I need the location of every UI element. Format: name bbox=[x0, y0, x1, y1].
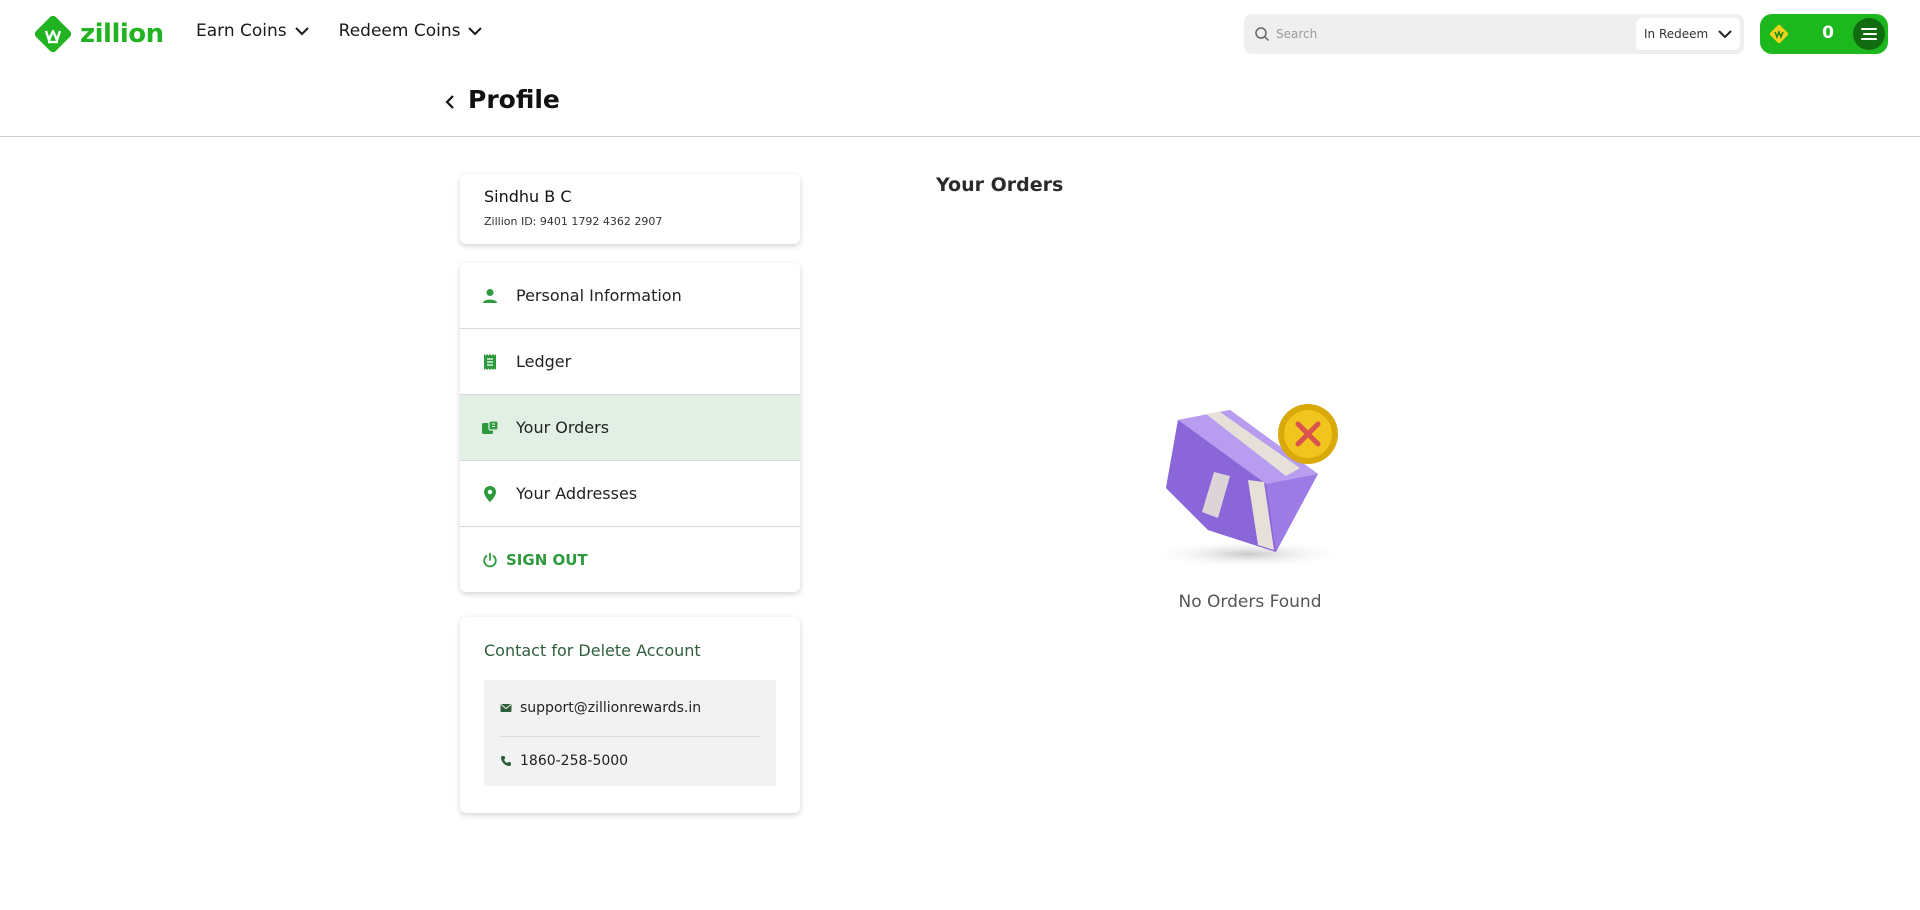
back-button[interactable] bbox=[440, 90, 460, 114]
nav-redeem-coins[interactable]: Redeem Coins bbox=[339, 21, 483, 41]
page-title: Profile bbox=[468, 85, 560, 114]
chevron-left-icon bbox=[445, 95, 454, 109]
coin-icon bbox=[1769, 24, 1789, 44]
user-name: Sindhu B C bbox=[484, 187, 572, 206]
receipt-icon bbox=[480, 352, 500, 372]
contact-phone-text: 1860-258-5000 bbox=[520, 753, 629, 769]
sign-out-label: SIGN OUT bbox=[506, 551, 588, 569]
contact-divider bbox=[500, 736, 760, 737]
logo-text: zillion bbox=[80, 19, 164, 49]
orders-icon bbox=[480, 418, 500, 438]
menu-button[interactable] bbox=[1853, 18, 1885, 50]
power-icon bbox=[480, 550, 500, 570]
location-pin-icon bbox=[480, 484, 500, 504]
top-header: zillion Earn Coins Redeem Coins In Redee… bbox=[0, 0, 1920, 66]
contact-email[interactable]: support@zillionrewards.in bbox=[500, 700, 701, 716]
mail-icon bbox=[500, 704, 512, 712]
menu-item-personal-information[interactable]: Personal Information bbox=[460, 263, 800, 329]
chevron-down-icon bbox=[468, 27, 483, 36]
user-card: Sindhu B C Zillion ID: 9401 1792 4362 29… bbox=[460, 174, 800, 244]
contact-details: support@zillionrewards.in 1860-258-5000 bbox=[484, 680, 776, 786]
hamburger-menu-icon bbox=[1861, 28, 1877, 40]
sign-out-button[interactable]: SIGN OUT bbox=[460, 527, 800, 592]
nav-earn-coins[interactable]: Earn Coins bbox=[196, 21, 309, 41]
zillion-logo[interactable]: zillion bbox=[32, 14, 164, 54]
menu-item-your-addresses[interactable]: Your Addresses bbox=[460, 461, 800, 527]
delete-account-contact-card: Contact for Delete Account support@zilli… bbox=[460, 617, 800, 813]
menu-item-label: Ledger bbox=[516, 352, 572, 371]
search-scope-label: In Redeem bbox=[1644, 27, 1709, 41]
search-scope-dropdown[interactable]: In Redeem bbox=[1636, 18, 1740, 50]
chevron-down-icon bbox=[294, 27, 309, 36]
menu-item-ledger[interactable]: Ledger bbox=[460, 329, 800, 395]
menu-item-label: Your Addresses bbox=[516, 484, 638, 503]
empty-box-illustration bbox=[1148, 404, 1348, 568]
coin-wallet[interactable]: 0 bbox=[1760, 14, 1888, 54]
search-icon bbox=[1255, 27, 1270, 42]
orders-section-title: Your Orders bbox=[936, 174, 1064, 196]
nav-redeem-coins-label: Redeem Coins bbox=[338, 21, 461, 41]
no-orders-message: No Orders Found bbox=[1178, 592, 1322, 612]
search-input[interactable] bbox=[1276, 14, 1576, 54]
zillion-logo-icon bbox=[34, 15, 72, 53]
coin-count: 0 bbox=[1822, 23, 1834, 43]
menu-item-label: Personal Information bbox=[516, 286, 682, 305]
person-icon bbox=[480, 286, 500, 306]
contact-phone[interactable]: 1860-258-5000 bbox=[500, 753, 628, 769]
menu-item-label: Your Orders bbox=[516, 418, 610, 437]
search-bar: In Redeem bbox=[1244, 14, 1744, 54]
contact-title: Contact for Delete Account bbox=[484, 641, 701, 660]
phone-icon bbox=[501, 756, 511, 766]
page-title-bar: Profile bbox=[0, 66, 1920, 137]
profile-menu: Personal Information Ledger Your Orders … bbox=[460, 263, 800, 592]
main-nav: Earn Coins Redeem Coins bbox=[196, 21, 483, 41]
nav-earn-coins-label: Earn Coins bbox=[196, 21, 287, 41]
menu-item-your-orders[interactable]: Your Orders bbox=[460, 395, 800, 461]
chevron-down-icon bbox=[1718, 30, 1732, 39]
contact-email-text: support@zillionrewards.in bbox=[520, 700, 702, 716]
zillion-id: Zillion ID: 9401 1792 4362 2907 bbox=[484, 215, 663, 228]
